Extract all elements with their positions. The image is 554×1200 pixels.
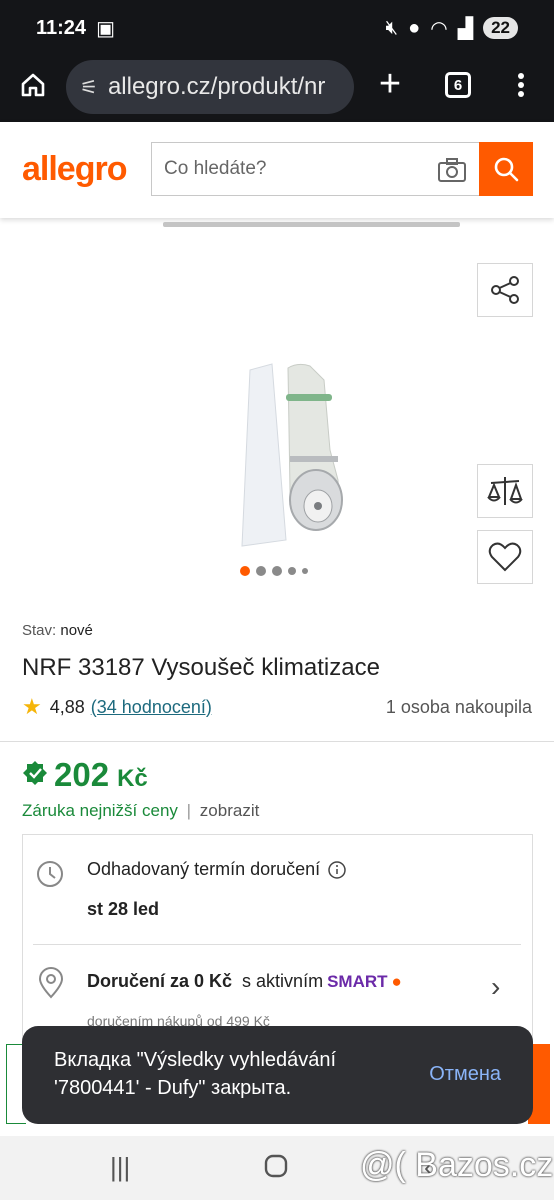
status-bar: 11:24 ▣ 🔇︎ ● ◠ ▟ 22 xyxy=(0,0,554,56)
divider xyxy=(0,741,554,742)
price-currency: Kč xyxy=(117,765,148,792)
search-button[interactable] xyxy=(479,142,533,196)
gallery-dot[interactable] xyxy=(240,566,250,576)
estimate-date: st 28 led xyxy=(87,899,160,919)
tab-switcher-button[interactable]: 6 xyxy=(445,72,471,98)
verified-badge-icon xyxy=(23,761,47,785)
share-button[interactable] xyxy=(477,263,533,317)
browser-toolbar: ⚟ allegro.cz/produkt/nr + 6 xyxy=(0,56,554,122)
with-active-label: s aktivním xyxy=(242,971,324,991)
smart-logo: SMART xyxy=(327,971,388,991)
estimate-label: Odhadovaný termín doručení xyxy=(87,859,321,879)
gallery-dot[interactable] xyxy=(256,566,266,576)
show-link[interactable]: zobrazit xyxy=(200,801,260,820)
url-text: allegro.cz/produkt/nr xyxy=(107,73,326,100)
search-placeholder: Co hledáte? xyxy=(164,158,267,179)
free-delivery[interactable]: Doručení za 0 Kč s aktivním SMART ● xyxy=(87,971,402,992)
condition: Stav: nové xyxy=(22,622,93,639)
gallery-dot[interactable] xyxy=(272,566,282,576)
search-input[interactable]: Co hledáte? xyxy=(151,142,479,196)
chevron-right-icon[interactable]: › xyxy=(491,971,500,1003)
signal-icon: ▟ xyxy=(457,17,474,40)
screenshot-icon: ▣ xyxy=(96,17,115,40)
purchase-count: 1 osoba nakoupila xyxy=(385,696,532,717)
free-delivery-label: Doručení za 0 Kč xyxy=(87,971,233,991)
gallery-dot[interactable] xyxy=(302,568,308,574)
location-icon: ● xyxy=(408,16,421,39)
allegro-logo[interactable]: allegro xyxy=(22,150,127,189)
mute-icon: 🔇︎ xyxy=(385,16,399,39)
condition-label: Stav: xyxy=(22,622,57,639)
info-icon[interactable] xyxy=(328,860,346,879)
gallery-dot[interactable] xyxy=(288,567,296,575)
delivery-box: Odhadovaný termín doručení st 28 led Dor… xyxy=(22,834,533,1054)
product-title: NRF 33187 Vysoušeč klimatizace xyxy=(22,654,380,681)
delivery-divider xyxy=(33,944,521,945)
tab-closed-toast: Вкладка "Výsledky vyhledávání '7800441' … xyxy=(22,1026,533,1124)
new-tab-icon[interactable]: + xyxy=(374,63,406,105)
undo-button[interactable]: Отмена xyxy=(429,1060,501,1088)
reviews-link[interactable]: (34 hodnocení) xyxy=(91,697,212,718)
location-pin-icon xyxy=(38,967,64,999)
favorite-button[interactable] xyxy=(477,530,533,584)
price-value: 202 xyxy=(54,756,110,793)
star-icon: ★ xyxy=(22,694,42,719)
heart-icon xyxy=(488,542,522,572)
watermark: @( Bazos.cz xyxy=(360,1146,554,1184)
clock-icon xyxy=(37,861,63,887)
site-settings-icon[interactable]: ⚟ xyxy=(80,75,98,100)
scroll-indicator xyxy=(163,222,460,227)
home-button-icon[interactable] xyxy=(264,1154,288,1185)
battery-indicator: 22 xyxy=(483,17,518,39)
status-time: 11:24 xyxy=(36,16,87,39)
smart-badge-icon: ● xyxy=(391,971,402,991)
price-guarantee: Záruka nejnižší ceny | zobrazit xyxy=(22,801,259,821)
gallery-pagination xyxy=(240,566,308,576)
guarantee-label: Záruka nejnižší ceny xyxy=(22,801,178,820)
scale-icon xyxy=(487,477,523,505)
delivery-estimate: Odhadovaný termín doručení xyxy=(87,859,346,880)
home-icon[interactable] xyxy=(18,68,48,102)
product-image xyxy=(241,363,343,547)
product-gallery[interactable] xyxy=(0,230,554,605)
search-icon xyxy=(494,157,519,182)
share-icon xyxy=(491,276,519,304)
wifi-icon: ◠ xyxy=(430,17,448,40)
guarantee-separator: | xyxy=(186,801,192,820)
condition-value: nové xyxy=(60,622,93,639)
compare-button[interactable] xyxy=(477,464,533,518)
camera-icon[interactable] xyxy=(437,157,467,189)
recent-apps-icon[interactable]: ||| xyxy=(110,1152,130,1183)
status-icons: 🔇︎ ● ◠ ▟ 22 xyxy=(386,16,518,41)
address-bar[interactable]: ⚟ allegro.cz/produkt/nr xyxy=(66,60,354,114)
rating-value: 4,88 xyxy=(49,696,85,717)
menu-icon[interactable] xyxy=(508,70,534,100)
site-header: allegro Co hledáte? xyxy=(0,122,554,218)
price: 202 Kč xyxy=(22,756,148,794)
rating-row: ★ 4,88 (34 hodnocení) 1 osoba nakoupila xyxy=(22,694,532,720)
